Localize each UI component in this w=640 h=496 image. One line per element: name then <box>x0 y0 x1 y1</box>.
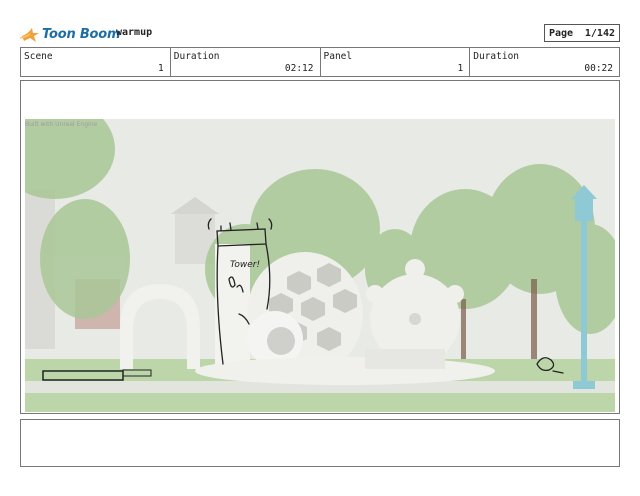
scene-duration-value: 02:12 <box>284 63 314 74</box>
toon-boom-logo: Toon Boom <box>20 24 121 44</box>
panel-value: 1 <box>457 63 464 74</box>
project-title: warmup <box>116 27 153 38</box>
page-label: Page <box>549 27 574 39</box>
star-logo-icon <box>20 28 39 42</box>
brand-name: Toon Boom <box>42 26 121 42</box>
page-counter: Page 1/142 <box>544 24 620 42</box>
scene-value: 1 <box>158 63 164 74</box>
page-value: 1/142 <box>584 27 615 39</box>
scene-duration-label: Duration <box>173 51 220 62</box>
platform <box>195 357 495 385</box>
scene-label: Scene <box>24 51 53 62</box>
panel-label: Panel <box>323 51 353 62</box>
scene-cell: Scene 1 <box>21 48 171 76</box>
scene-duration-cell: Duration 02:12 <box>171 48 321 76</box>
panel-cell: Panel 1 <box>321 48 471 76</box>
panel-notes-box[interactable] <box>20 419 620 467</box>
storyboard-header: Toon Boom warmup Page 1/142 <box>20 24 620 44</box>
panel-image: Tower! Built with Unreal Engine <box>25 119 615 412</box>
sketch-text: Tower! <box>230 260 260 270</box>
panel-info-row: Scene 1 Duration 02:12 Panel 1 Duration … <box>20 47 620 77</box>
panel-duration-label: Duration <box>473 51 520 62</box>
panel-duration-value: 00:22 <box>584 63 613 74</box>
panel-duration-cell: Duration 00:22 <box>470 48 619 76</box>
panel-frame: Tower! Built with Unreal Engine <box>20 80 620 414</box>
park-scene-illustration: Tower! <box>25 119 615 412</box>
engine-watermark: Built with Unreal Engine <box>25 121 98 128</box>
